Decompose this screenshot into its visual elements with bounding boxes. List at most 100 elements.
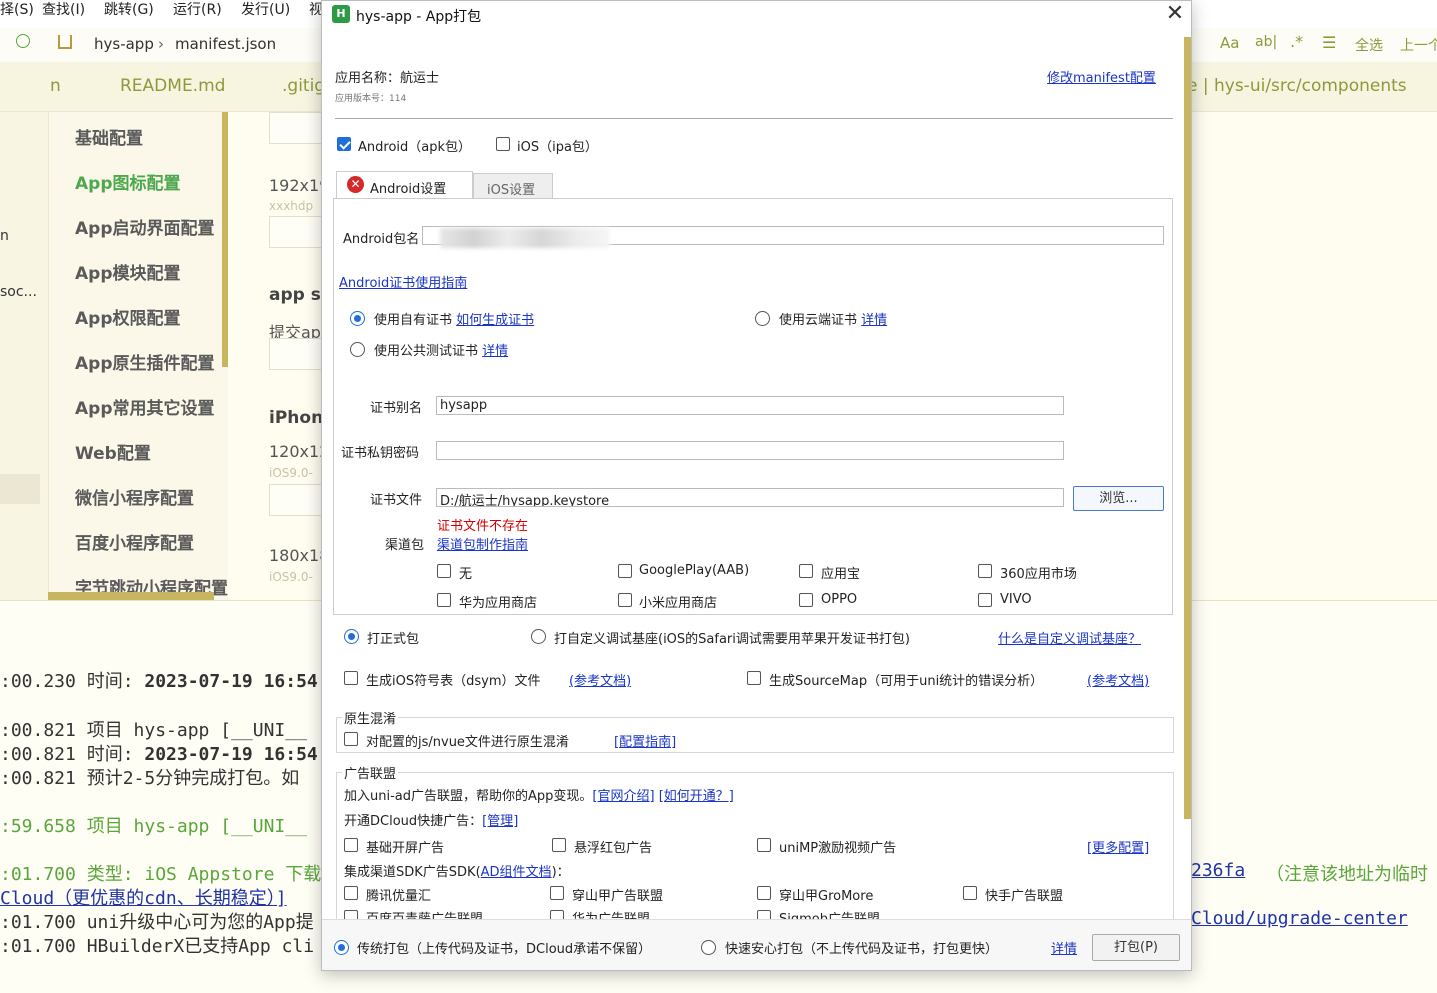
channel-guide-link[interactable]: 渠道包制作指南 bbox=[437, 534, 528, 553]
nav-app-icon[interactable]: App图标配置 bbox=[75, 169, 181, 194]
sdk-kuaishou-checkbox[interactable] bbox=[963, 886, 977, 900]
tab-gitignore[interactable]: .gitig bbox=[282, 76, 325, 96]
console-upgrade-link[interactable]: Cloud/upgrade-center bbox=[1191, 908, 1408, 929]
sdk-gromore-checkbox[interactable] bbox=[757, 886, 771, 900]
public-cert-radio[interactable] bbox=[350, 342, 365, 357]
nav-modules[interactable]: App模块配置 bbox=[75, 259, 181, 284]
prev-match-button[interactable]: 上一个 bbox=[1400, 35, 1437, 55]
android-label: Android（apk包） bbox=[358, 140, 472, 155]
release-build-label: 打正式包 bbox=[367, 632, 420, 647]
icon-slot[interactable] bbox=[269, 112, 323, 144]
console-link[interactable]: Cloud（更优惠的cdn、长期稳定）] bbox=[0, 884, 287, 910]
sdk-label: 快手广告联盟 bbox=[985, 889, 1064, 904]
ads-howto-link[interactable]: [如何开通？] bbox=[659, 789, 734, 804]
icon-slot[interactable] bbox=[269, 338, 323, 370]
sdk-tencent-checkbox[interactable] bbox=[344, 886, 358, 900]
regex-icon[interactable]: .* bbox=[1290, 32, 1303, 51]
dialog-scrollbar[interactable] bbox=[1184, 37, 1191, 819]
console-line: :01.700 uni升级中心可为您的App提 bbox=[0, 912, 314, 933]
ios-checkbox[interactable] bbox=[496, 137, 510, 151]
breadcrumb-separator: › bbox=[158, 35, 164, 53]
browse-button[interactable]: 浏览... bbox=[1073, 486, 1164, 511]
android-checkbox[interactable] bbox=[337, 137, 351, 151]
tab-android-settings[interactable]: ✕ Android设置 bbox=[336, 171, 473, 199]
nav-web[interactable]: Web配置 bbox=[75, 439, 151, 464]
channel-xiaomi-checkbox[interactable] bbox=[618, 593, 632, 607]
obfuscation-guide-link[interactable]: [配置指南] bbox=[614, 731, 676, 750]
traditional-build-radio[interactable] bbox=[334, 940, 349, 955]
channel-yingyongbao-checkbox[interactable] bbox=[799, 564, 813, 578]
build-mode-details-link[interactable]: 详情 bbox=[1051, 938, 1077, 957]
menu-find[interactable]: 查找(I) bbox=[42, 0, 85, 28]
whole-word-icon[interactable]: ab| bbox=[1255, 34, 1277, 50]
menu-publish[interactable]: 发行(U) bbox=[241, 0, 290, 28]
nav-splash[interactable]: App启动界面配置 bbox=[75, 214, 215, 239]
match-case-icon[interactable]: Aa bbox=[1220, 34, 1239, 52]
dcloud-manage-link[interactable]: [管理] bbox=[482, 814, 518, 829]
ads-more-config-link[interactable]: [更多配置] bbox=[1087, 837, 1149, 856]
edit-manifest-link[interactable]: 修改manifest配置 bbox=[1047, 67, 1156, 86]
nav-native-plugins[interactable]: App原生插件配置 bbox=[75, 349, 215, 374]
icon-slot[interactable] bbox=[269, 484, 323, 516]
build-button[interactable]: 打包(P) bbox=[1092, 934, 1180, 961]
console-download-link[interactable]: 236fa bbox=[1191, 860, 1245, 881]
channel-none-checkbox[interactable] bbox=[437, 564, 451, 578]
public-cert-details-link[interactable]: 详情 bbox=[482, 344, 508, 359]
tab-readme[interactable]: README.md bbox=[120, 76, 225, 96]
icon-slot[interactable] bbox=[269, 216, 323, 248]
breadcrumb-project[interactable]: hys-app bbox=[94, 35, 154, 53]
run-icon[interactable] bbox=[16, 34, 30, 48]
ad-redpacket-checkbox[interactable] bbox=[552, 838, 566, 852]
alias-input[interactable]: hysapp bbox=[436, 396, 1064, 415]
nav-basic[interactable]: 基础配置 bbox=[75, 124, 143, 149]
nav-baidu[interactable]: 百度小程序配置 bbox=[75, 529, 194, 554]
nav-other[interactable]: App常用其它设置 bbox=[75, 394, 215, 419]
breadcrumb-file[interactable]: manifest.json bbox=[175, 35, 276, 53]
dsym-doc-link[interactable]: (参考文档) bbox=[569, 670, 631, 689]
channel-googleplay-checkbox[interactable] bbox=[618, 564, 632, 578]
obfuscation-checkbox[interactable] bbox=[344, 732, 358, 746]
sdk-pangle-checkbox[interactable] bbox=[550, 886, 564, 900]
what-is-base-link[interactable]: 什么是自定义调试基座？ bbox=[998, 628, 1141, 647]
cloud-cert-radio[interactable] bbox=[755, 311, 770, 326]
channel-360-checkbox[interactable] bbox=[978, 564, 992, 578]
divider bbox=[335, 118, 1173, 119]
safe-build-radio[interactable] bbox=[701, 940, 716, 955]
how-to-generate-link[interactable]: 如何生成证书 bbox=[456, 313, 534, 328]
ad-splash-checkbox[interactable] bbox=[344, 838, 358, 852]
dcloud-ads-label: 开通DCloud快捷广告：[管理] bbox=[344, 814, 519, 829]
tab-components[interactable]: e | hys-ui/src/components bbox=[1187, 76, 1407, 96]
tree-item[interactable]: n bbox=[0, 228, 9, 244]
nav-hscrollbar[interactable] bbox=[48, 592, 214, 600]
sourcemap-checkbox[interactable] bbox=[747, 671, 761, 685]
release-build-radio[interactable] bbox=[344, 629, 359, 644]
select-all-button[interactable]: 全选 bbox=[1355, 35, 1383, 55]
close-icon[interactable]: ✕ bbox=[1158, 1, 1191, 29]
menu-run[interactable]: 运行(R) bbox=[173, 0, 222, 28]
tree-item[interactable]: soc... bbox=[0, 284, 37, 300]
list-icon[interactable]: ☰ bbox=[1322, 33, 1336, 52]
sourcemap-doc-link[interactable]: (参考文档) bbox=[1087, 670, 1149, 689]
channel-vivo-checkbox[interactable] bbox=[978, 593, 992, 607]
custom-base-radio[interactable] bbox=[531, 629, 546, 644]
nav-permissions[interactable]: App权限配置 bbox=[75, 304, 181, 329]
own-cert-radio[interactable] bbox=[350, 311, 365, 326]
android-cert-guide-link[interactable]: Android证书使用指南 bbox=[339, 272, 467, 291]
traditional-build-label: 传统打包（上传代码及证书，DCloud承诺不保留） bbox=[357, 942, 652, 957]
app-version-label: 应用版本号：114 bbox=[335, 94, 407, 104]
dsym-checkbox[interactable] bbox=[344, 671, 358, 685]
cloud-cert-details-link[interactable]: 详情 bbox=[861, 313, 887, 328]
ad-unimp-video-checkbox[interactable] bbox=[757, 838, 771, 852]
password-input[interactable] bbox=[436, 441, 1064, 460]
channel-oppo-checkbox[interactable] bbox=[799, 593, 813, 607]
tab-ios-settings[interactable]: iOS设置 bbox=[473, 173, 553, 199]
cert-file-input[interactable]: D:/航运士/hysapp.keystore bbox=[436, 488, 1064, 507]
tab-partial[interactable]: n bbox=[50, 76, 61, 96]
ad-component-doc-link[interactable]: AD组件文档 bbox=[481, 865, 552, 880]
menu-goto[interactable]: 跳转(G) bbox=[104, 0, 154, 28]
channel-huawei-checkbox[interactable] bbox=[437, 593, 451, 607]
console-line: :01.700 类型: iOS Appstore 下载 bbox=[0, 864, 322, 885]
menu-select[interactable]: 择(S) bbox=[0, 0, 34, 28]
nav-weixin[interactable]: 微信小程序配置 bbox=[75, 484, 194, 509]
ads-official-link[interactable]: [官网介绍] bbox=[592, 789, 654, 804]
